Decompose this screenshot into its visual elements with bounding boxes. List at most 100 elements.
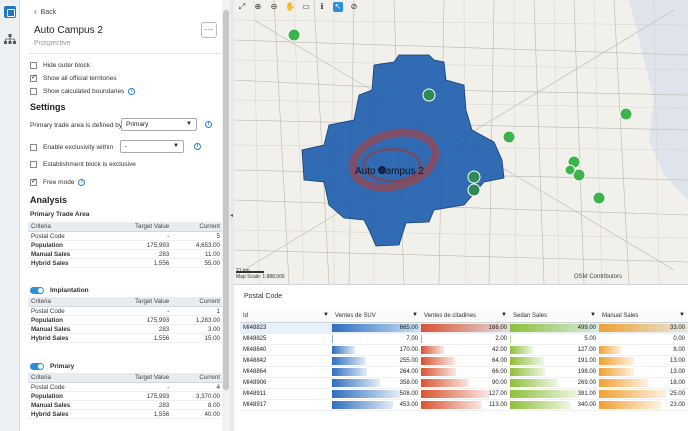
metric-cell: 170.00 [332, 344, 421, 356]
target-value-cell: 1,556 [104, 333, 173, 343]
scrollbar-thumb[interactable] [223, 10, 229, 390]
criteria-row: Hybrid Sales 1,556 15.00 [28, 333, 223, 343]
data-bar [421, 378, 470, 387]
filter-icon[interactable]: ▼ [501, 312, 507, 318]
option-show-all-territories[interactable]: Show all official territories [30, 73, 117, 83]
postal-code-id: MI48842 [240, 355, 332, 367]
table-row[interactable]: MI48825 7.00 2.00 5.00 0.00 [240, 333, 688, 345]
column-header-id[interactable]: Id ▼ [240, 311, 332, 323]
expand-icon[interactable]: ⤢ [237, 2, 247, 12]
dealer-marker-icon[interactable] [467, 170, 481, 184]
data-bar [421, 356, 456, 365]
primary-toggle-row[interactable]: Primary [30, 361, 74, 371]
criteria-cell: Postal Code [28, 231, 105, 241]
option-show-calculated-boundaries[interactable]: Show calculated boundaries i [30, 86, 136, 96]
table-row[interactable]: MI48823 665.00 166.00 499.00 33.00 [240, 322, 688, 334]
map-canvas[interactable] [234, 0, 688, 284]
collapse-arrow-icon[interactable]: ◂ [230, 212, 233, 219]
data-bar [599, 356, 635, 365]
column-header-sedan[interactable]: Sedan Sales ▼ [510, 311, 599, 323]
metric-cell: 33.00 [599, 322, 688, 334]
table-row[interactable]: MI48840 170.00 42.00 127.00 8.00 [240, 344, 688, 356]
dealer-marker-icon[interactable] [287, 28, 301, 42]
column-header: Target Value [104, 373, 173, 383]
pan-hand-icon[interactable]: ✋ [285, 2, 295, 12]
table-row[interactable]: MI48917 453.00 113.00 340.00 23.00 [240, 399, 688, 411]
table-row[interactable]: MI48864 264.00 66.00 198.00 13.00 [240, 366, 688, 378]
map-toolbar: ⤢ ⊕ ⊖ ✋ ▭ ℹ ↖ ⊘ [234, 0, 688, 14]
column-header: Target Value [104, 297, 173, 307]
option-establishment-exclusive[interactable]: Establishment block is exclusive [30, 159, 136, 169]
filter-icon[interactable]: ▼ [412, 312, 418, 318]
metric-value: 665.00 [399, 324, 418, 331]
zoom-out-icon[interactable]: ⊖ [269, 2, 279, 12]
criteria-row: Manual Sales 283 3.00 [28, 324, 223, 334]
info-icon[interactable]: i [194, 143, 201, 150]
criteria-row: Postal Code -4 [28, 382, 223, 392]
checkbox-checked[interactable] [30, 73, 37, 82]
filter-icon[interactable]: ▼ [679, 312, 685, 318]
analysis-heading: Analysis [30, 195, 68, 205]
data-bar [421, 367, 457, 376]
metric-cell: 18.00 [599, 377, 688, 389]
panel-scrollbar[interactable] [222, 0, 230, 431]
app-logo-icon[interactable] [4, 6, 16, 18]
info-icon[interactable]: i [128, 87, 136, 95]
divider [28, 53, 221, 54]
checkbox-checked[interactable] [30, 177, 37, 186]
filter-icon[interactable]: ▼ [323, 312, 329, 318]
postal-code-table: Id ▼ Ventes de SUV ▼ Ventes de citadines ▼ … [240, 311, 688, 411]
column-header-suv[interactable]: Ventes de SUV ▼ [332, 311, 421, 323]
dealer-marker-icon[interactable] [502, 130, 516, 144]
criteria-cell: Population [28, 391, 105, 401]
column-header-citadines[interactable]: Ventes de citadines ▼ [421, 311, 510, 323]
zoom-in-icon[interactable]: ⊕ [253, 2, 263, 12]
column-header: Current [172, 222, 223, 232]
chevron-down-icon: ▼ [173, 143, 179, 149]
column-header: Current [172, 297, 223, 307]
table-row[interactable]: MI48842 255.00 64.00 191.00 13.00 [240, 355, 688, 367]
primary-area-select[interactable]: Primary ▼ [121, 118, 197, 131]
dealer-marker-icon[interactable] [592, 191, 606, 205]
target-value-cell: 175,993 [104, 240, 173, 250]
data-bar [332, 378, 380, 387]
target-value-cell: - [104, 306, 173, 316]
filter-icon[interactable]: ▼ [590, 312, 596, 318]
checkbox[interactable] [30, 143, 37, 151]
dealer-marker-icon[interactable] [422, 88, 436, 102]
data-bar [510, 378, 558, 387]
dealer-marker-icon[interactable] [564, 164, 576, 176]
current-value-cell: 3,370.00 [172, 391, 223, 401]
data-bar [599, 378, 648, 387]
select-cursor-icon[interactable]: ↖ [333, 2, 343, 12]
info-icon[interactable]: i [205, 121, 212, 128]
hierarchy-icon[interactable] [4, 34, 16, 44]
primary-toggle[interactable] [30, 362, 44, 370]
implantation-toggle[interactable] [30, 286, 44, 294]
checkbox[interactable] [30, 61, 37, 69]
checkbox[interactable] [30, 160, 37, 168]
option-hide-outer-block[interactable]: Hide outer block [30, 60, 90, 70]
more-options-button[interactable]: ··· [201, 22, 217, 38]
metric-value: 113.00 [489, 401, 507, 408]
clear-icon[interactable]: ⊘ [349, 2, 359, 12]
metric-value: 33.00 [669, 324, 685, 331]
dealer-marker-icon[interactable] [619, 107, 633, 121]
metric-value: 453.00 [399, 401, 418, 408]
back-link[interactable]: ‹ Back [34, 7, 56, 16]
implantation-toggle-row[interactable]: Implantation [30, 285, 89, 295]
metric-value: 127.00 [488, 390, 507, 397]
exclusivity-select[interactable]: - ▼ [120, 140, 184, 153]
table-row[interactable]: MI48906 358.00 90.00 269.00 18.00 [240, 377, 688, 389]
current-value-cell: 5 [172, 231, 223, 241]
column-header-manual[interactable]: Manual Sales ▼ [599, 311, 688, 323]
info-icon[interactable]: i [78, 178, 86, 186]
checkbox[interactable] [30, 87, 37, 95]
option-enable-exclusivity[interactable]: Enable exclusivity within [30, 142, 113, 152]
table-row[interactable]: MI48911 508.00 127.00 381.00 25.00 [240, 388, 688, 400]
ruler-icon[interactable]: ▭ [301, 2, 311, 12]
option-free-mode[interactable]: Free modei [30, 177, 86, 187]
map-view[interactable] [234, 0, 688, 284]
info-icon[interactable]: ℹ [317, 2, 327, 12]
dealer-marker-icon[interactable] [467, 183, 481, 197]
